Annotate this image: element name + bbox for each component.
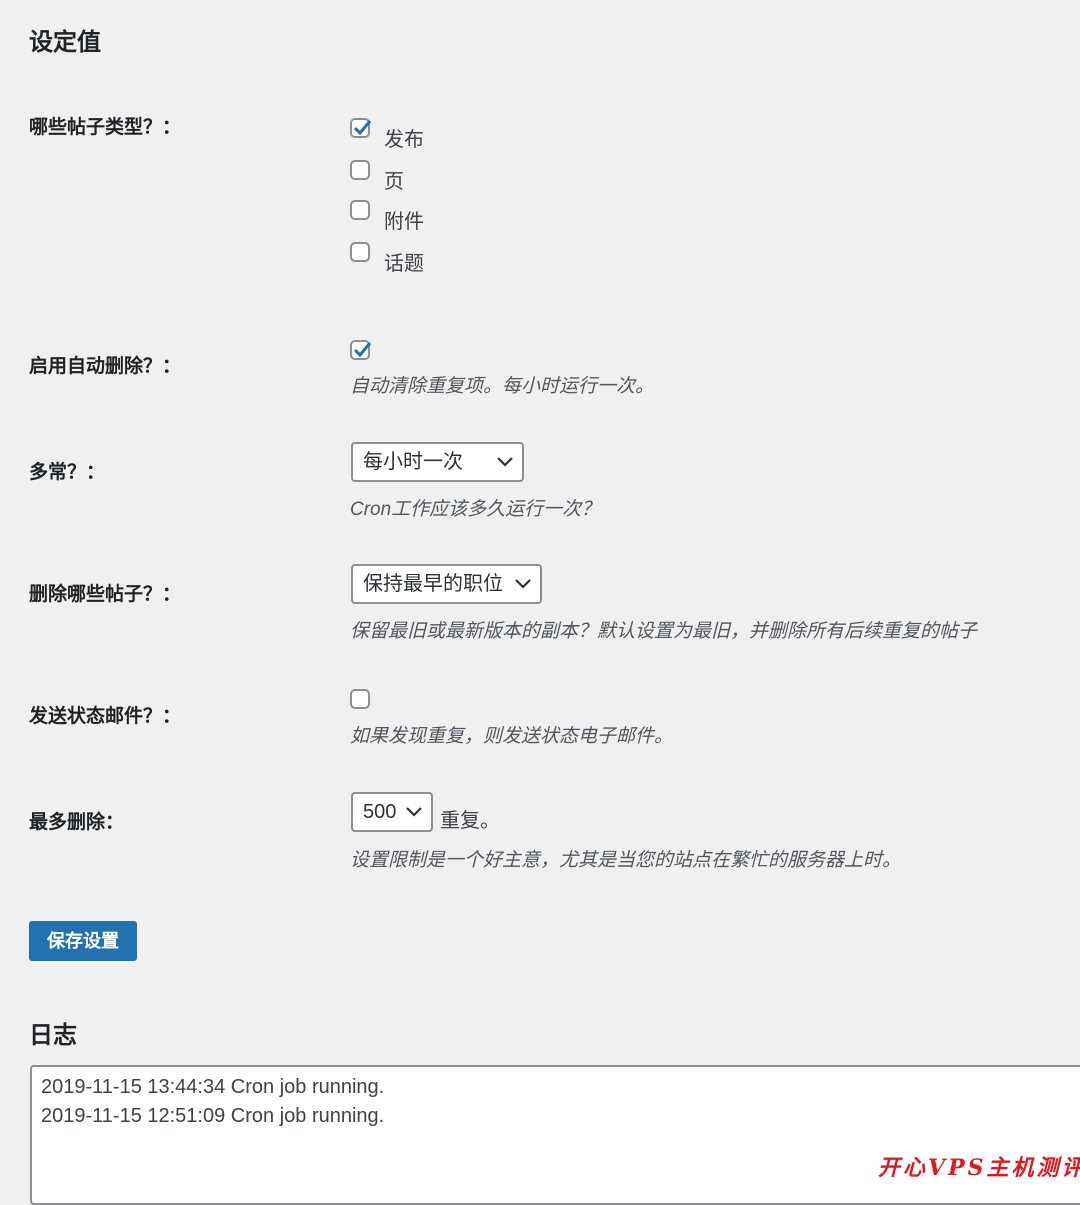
- max-delete-select[interactable]: 500: [351, 792, 433, 832]
- which-posts-description: 保留最旧或最新版本的副本？默认设置为最旧，并删除所有后续重复的帖子: [350, 621, 978, 642]
- page-title: 设定值: [29, 29, 101, 56]
- status-email-description: 如果发现重复，则发送状态电子邮件。: [350, 726, 674, 747]
- chevron-down-icon: [406, 807, 422, 817]
- which-posts-label: 删除哪些帖子？：: [29, 584, 182, 605]
- max-delete-suffix: 重复。: [440, 810, 500, 832]
- log-entry: 2019-11-15 13:44:34 Cron job running.: [41, 1076, 385, 1098]
- max-delete-select-value: 500: [363, 801, 397, 823]
- post-type-checkbox-page[interactable]: [350, 160, 370, 180]
- frequency-select[interactable]: 每小时一次: [351, 442, 524, 482]
- post-types-label: 哪些帖子类型？：: [29, 117, 182, 138]
- auto-delete-label: 启用自动删除？：: [29, 356, 182, 377]
- checkmark-icon: [353, 342, 372, 358]
- status-email-checkbox[interactable]: [350, 689, 370, 709]
- watermark: 开心VPS主机测评: [878, 1155, 1080, 1181]
- log-textarea[interactable]: 2019-11-15 13:44:34 Cron job running. 20…: [30, 1065, 1080, 1205]
- post-type-checkbox-topic[interactable]: [350, 242, 370, 262]
- frequency-select-value: 每小时一次: [363, 451, 463, 473]
- status-email-label: 发送状态邮件？：: [29, 706, 182, 727]
- save-settings-button[interactable]: 保存设置: [29, 921, 137, 961]
- log-entry: 2019-11-15 12:51:09 Cron job running.: [41, 1105, 385, 1127]
- chevron-down-icon: [515, 579, 531, 589]
- max-delete-label: 最多删除：: [29, 812, 125, 833]
- post-type-checkbox-attachment[interactable]: [350, 200, 370, 220]
- max-delete-description: 设置限制是一个好主意，尤其是当您的站点在繁忙的服务器上时。: [350, 850, 902, 871]
- frequency-description: Cron工作应该多久运行一次？: [350, 499, 601, 520]
- frequency-label: 多常？：: [29, 462, 106, 483]
- which-posts-select[interactable]: 保持最早的职位: [351, 564, 542, 604]
- post-type-label-page: 页: [384, 171, 404, 193]
- post-type-checkbox-post[interactable]: [350, 118, 372, 138]
- post-type-label-topic: 话题: [384, 253, 424, 275]
- which-posts-select-value: 保持最早的职位: [363, 573, 503, 595]
- auto-delete-description: 自动清除重复项。每小时运行一次。: [350, 376, 655, 397]
- post-type-label-attachment: 附件: [384, 211, 424, 233]
- auto-delete-checkbox[interactable]: [350, 340, 372, 360]
- chevron-down-icon: [497, 457, 513, 467]
- log-title: 日志: [29, 1022, 77, 1049]
- post-type-label-post: 发布: [384, 129, 424, 151]
- checkmark-icon: [353, 120, 372, 136]
